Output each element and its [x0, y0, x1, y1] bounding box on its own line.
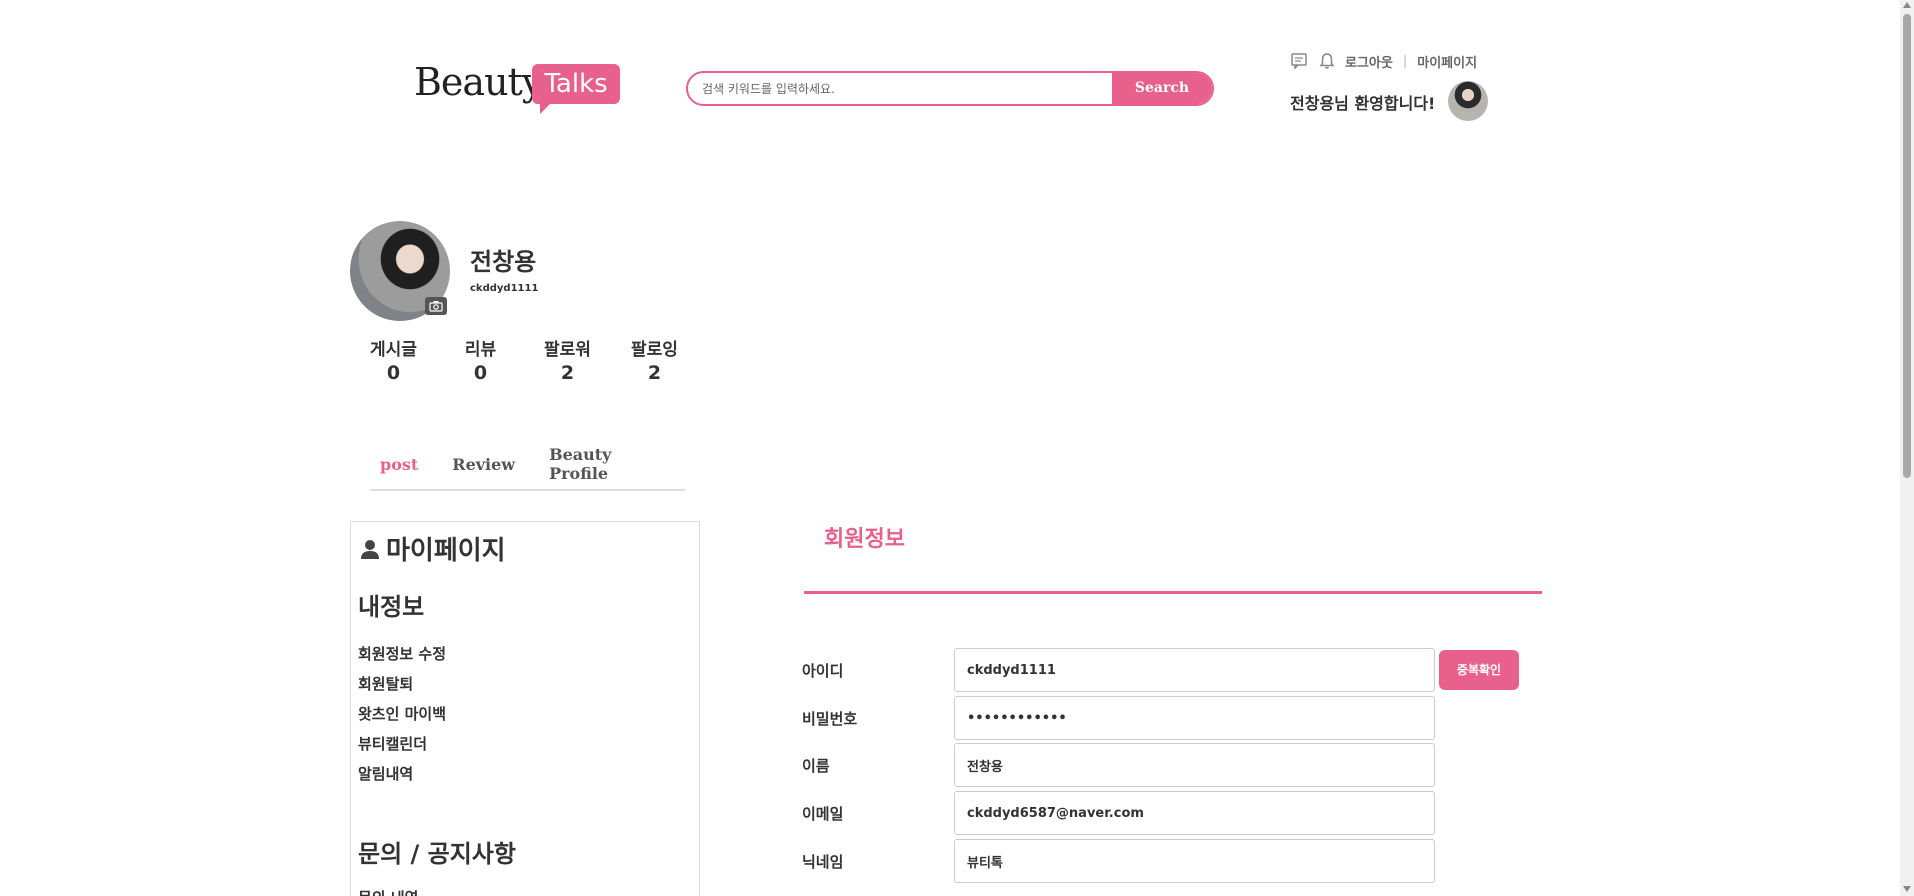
stat-value: 2: [560, 362, 575, 384]
profile-stats: 게시글 0 리뷰 0 팔로워 2 팔로잉 2: [350, 335, 698, 384]
stat-label: 팔로잉: [631, 340, 678, 360]
bell-icon[interactable]: [1317, 51, 1337, 71]
section-divider: [804, 591, 1542, 594]
tab-post[interactable]: post: [380, 455, 418, 484]
duplicate-check-button[interactable]: 중복확인: [1439, 650, 1519, 690]
page-scrollbar[interactable]: [1900, 0, 1914, 896]
tab-review[interactable]: Review: [452, 455, 515, 484]
brand-logo[interactable]: Beauty Talks: [414, 58, 620, 114]
logo-word: Beauty: [414, 60, 543, 104]
chat-icon[interactable]: [1289, 51, 1309, 71]
stat-value: 2: [647, 362, 662, 384]
stat-label: 리뷰: [464, 340, 497, 360]
field-label: 이름: [802, 757, 830, 775]
id-field[interactable]: [954, 648, 1435, 692]
search-bar: Search: [686, 71, 1214, 106]
scrollbar-thumb[interactable]: [1903, 14, 1911, 478]
sidebar-section-inquiry: 문의 / 공지사항: [358, 840, 516, 868]
mypage-link[interactable]: 마이페이지: [1417, 52, 1477, 71]
field-label: 닉네임: [802, 853, 844, 871]
field-label: 이메일: [802, 805, 844, 823]
sidebar-list-inquiry: 문의 내역: [358, 887, 692, 896]
search-input[interactable]: [688, 73, 1112, 104]
stat-value: 0: [473, 362, 488, 384]
search-button[interactable]: Search: [1112, 73, 1212, 104]
mypage-sidebar: 마이페이지 내정보 회원정보 수정 회원탈퇴 왓츠인 마이백 뷰티캘린더 알림내…: [350, 521, 700, 896]
sidebar-item-withdraw[interactable]: 회원탈퇴: [358, 672, 692, 702]
profile-name: 전창용: [470, 248, 537, 276]
stat-following[interactable]: 팔로잉 2: [611, 335, 698, 384]
stat-reviews[interactable]: 리뷰 0: [437, 335, 524, 384]
sidebar-item-edit-profile[interactable]: 회원정보 수정: [358, 642, 692, 672]
field-label: 아이디: [802, 662, 844, 680]
stat-label: 팔로워: [544, 340, 591, 360]
email-field[interactable]: [954, 791, 1435, 835]
camera-icon[interactable]: [425, 297, 447, 315]
nickname-field[interactable]: [954, 839, 1435, 883]
profile-id: ckddyd1111: [470, 283, 539, 294]
stat-label: 게시글: [370, 340, 417, 360]
sidebar-list-myinfo: 회원정보 수정 회원탈퇴 왓츠인 마이백 뷰티캘린더 알림내역: [358, 642, 692, 792]
sidebar-section-myinfo: 내정보: [358, 593, 425, 621]
sidebar-item-beauty-calendar[interactable]: 뷰티캘린더: [358, 732, 692, 762]
form-row-email: 이메일: [802, 791, 1562, 835]
section-title: 회원정보: [824, 527, 905, 552]
scroll-up-icon[interactable]: [1903, 2, 1911, 8]
header-avatar[interactable]: [1448, 81, 1488, 121]
top-nav: 로그아웃 | 마이페이지: [1289, 50, 1477, 72]
password-field[interactable]: [954, 696, 1435, 740]
scroll-down-icon[interactable]: [1903, 886, 1911, 892]
user-icon: [358, 537, 382, 561]
stat-posts[interactable]: 게시글 0: [350, 335, 437, 384]
form-row-nickname: 닉네임: [802, 839, 1562, 883]
nav-separator: |: [1402, 53, 1408, 69]
sidebar-item-inquiry-history[interactable]: 문의 내역: [358, 887, 692, 896]
stat-followers[interactable]: 팔로워 2: [524, 335, 611, 384]
sidebar-title-label: 마이페이지: [386, 536, 506, 566]
name-field[interactable]: [954, 743, 1435, 787]
sidebar-item-whats-in-my-bag[interactable]: 왓츠인 마이백: [358, 702, 692, 732]
field-label: 비밀번호: [802, 710, 858, 728]
stat-value: 0: [386, 362, 401, 384]
sidebar-item-notifications[interactable]: 알림내역: [358, 762, 692, 792]
logout-link[interactable]: 로그아웃: [1345, 52, 1393, 71]
sidebar-title: 마이페이지: [358, 530, 692, 567]
form-row-password: 비밀번호: [802, 696, 1562, 740]
profile-tabs: post Review Beauty Profile: [370, 445, 685, 491]
welcome-message: 전창용님 환영합니다!: [1290, 94, 1436, 113]
form-row-name: 이름: [802, 743, 1562, 787]
logo-bubble: Talks: [532, 64, 620, 114]
tab-beauty-profile[interactable]: Beauty Profile: [549, 445, 651, 493]
